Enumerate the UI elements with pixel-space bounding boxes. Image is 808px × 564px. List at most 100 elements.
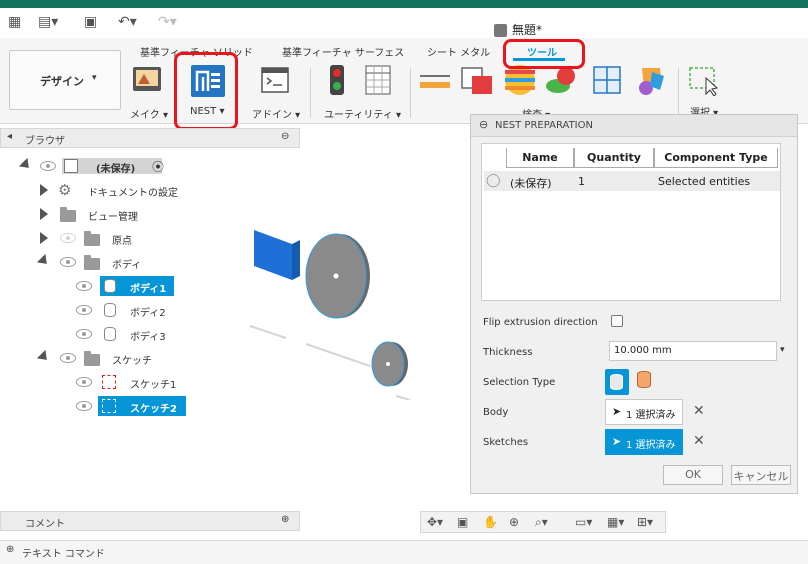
- clear-body-icon[interactable]: ✕: [693, 403, 705, 419]
- grid-settings-icon[interactable]: ▦▾: [607, 515, 624, 529]
- visibility-eye-icon[interactable]: [60, 353, 76, 363]
- browser-item-label: スケッチ2: [130, 404, 177, 415]
- file-icon[interactable]: ▤▾: [38, 14, 58, 30]
- expand-triangle-icon[interactable]: [40, 184, 48, 196]
- tab-surface[interactable]: 基準フィーチャ サーフェス: [282, 44, 404, 59]
- browser-item-label: ボディ1: [130, 284, 167, 295]
- ribbon-divider: [410, 68, 411, 118]
- hidden-eye-icon[interactable]: [60, 233, 76, 243]
- addins-label: アドイン ▾: [252, 110, 301, 121]
- browser-item-body1[interactable]: ボディ1: [72, 276, 192, 296]
- visibility-eye-icon[interactable]: [40, 161, 56, 171]
- quick-access-toolbar: ▦ ▤▾ ▣ ↶▾ ↷▾ 無題*: [0, 8, 808, 38]
- text-command-label: テキスト コマンド: [22, 549, 105, 560]
- visibility-eye-icon[interactable]: [60, 257, 76, 267]
- undo-icon[interactable]: ↶▾: [118, 14, 137, 30]
- display-settings-icon[interactable]: ▭▾: [575, 515, 592, 529]
- collapse-icon[interactable]: ⊖: [479, 118, 488, 131]
- browser-root[interactable]: (未保存) ⦿: [16, 156, 176, 176]
- thickness-input[interactable]: 10.000 mm: [609, 341, 777, 361]
- apps-grid-icon[interactable]: ▦: [8, 14, 21, 30]
- component-icon: [64, 159, 78, 173]
- body-selection-button[interactable]: [605, 369, 629, 395]
- add-comment-icon[interactable]: ⊕: [281, 514, 289, 525]
- collapse-triangle-icon[interactable]: [18, 157, 34, 173]
- orbit-icon[interactable]: ✥▾: [427, 515, 443, 529]
- browser-item-body2[interactable]: ボディ2: [72, 300, 192, 320]
- sketches-selection-field[interactable]: ➤ 1 選択済み: [605, 429, 683, 455]
- check-circle-icon[interactable]: ◯: [486, 173, 501, 188]
- ribbon-divider: [678, 68, 679, 118]
- collapse-icon[interactable]: ⊖: [281, 131, 289, 142]
- viewports-icon[interactable]: ⊞▾: [637, 515, 653, 529]
- dialog-header[interactable]: ⊖ NEST PREPARATION: [471, 115, 797, 137]
- pan-icon[interactable]: ✋: [483, 515, 498, 529]
- redo-icon[interactable]: ↷▾: [158, 14, 177, 30]
- clear-sketches-icon[interactable]: ✕: [693, 433, 705, 449]
- expand-triangle-icon[interactable]: [40, 208, 48, 220]
- browser-item-bodies[interactable]: ボディ: [36, 252, 236, 272]
- display-tool[interactable]: [632, 64, 668, 96]
- document-title: 無題*: [512, 23, 543, 37]
- activate-radio-icon[interactable]: ⦿: [152, 158, 164, 175]
- make-tool[interactable]: [130, 64, 166, 96]
- browser-header[interactable]: ◂ ブラウザ ⊖: [0, 128, 300, 148]
- browser-item-view-manager[interactable]: ビュー管理: [36, 204, 236, 224]
- comments-label: コメント: [25, 519, 65, 530]
- body-selection-field[interactable]: ➤ 1 選択済み: [605, 399, 683, 425]
- chevron-left-icon[interactable]: ◂: [7, 131, 12, 142]
- ok-button[interactable]: OK: [663, 465, 723, 485]
- flip-checkbox[interactable]: [611, 315, 623, 327]
- folder-icon: [60, 207, 76, 222]
- section-tool[interactable]: [590, 64, 626, 96]
- expand-icon[interactable]: ⊕: [6, 544, 14, 555]
- column-header-component-type[interactable]: Component Type: [654, 148, 778, 168]
- browser-item-origin[interactable]: 原点: [36, 228, 236, 248]
- addins-icon: [261, 67, 289, 93]
- component-selection-icon[interactable]: [637, 371, 651, 388]
- zoom-window-icon[interactable]: ⌕▾: [535, 515, 548, 530]
- visibility-eye-icon[interactable]: [76, 305, 92, 315]
- save-icon[interactable]: ▣: [84, 14, 97, 30]
- highlight-nest: [174, 52, 238, 130]
- make-icon: [133, 67, 161, 91]
- browser-item-body3[interactable]: ボディ3: [72, 324, 192, 344]
- text-command-bar[interactable]: ⊕ テキスト コマンド: [0, 540, 808, 564]
- expand-triangle-icon[interactable]: [40, 232, 48, 244]
- table-cell-name: (未保存): [510, 177, 552, 190]
- select-tool[interactable]: [686, 64, 722, 97]
- table-tool[interactable]: [360, 64, 396, 96]
- browser-item-document-settings[interactable]: ⚙ ドキュメントの設定: [36, 180, 236, 200]
- cancel-button[interactable]: キャンセル: [731, 465, 791, 485]
- component-table: Name Quantity Component Type ◯ (未保存) 1 S…: [481, 143, 781, 301]
- section-icon: [593, 66, 621, 94]
- comments-bar[interactable]: コメント ⊕: [0, 511, 300, 531]
- visibility-eye-icon[interactable]: [76, 377, 92, 387]
- column-header-quantity[interactable]: Quantity: [574, 148, 654, 168]
- select-box-icon: [689, 67, 719, 97]
- visibility-eye-icon[interactable]: [76, 329, 92, 339]
- browser-item-sketch2[interactable]: スケッチ2: [72, 396, 192, 416]
- browser-item-sketches[interactable]: スケッチ: [36, 348, 236, 368]
- visibility-eye-icon[interactable]: [76, 401, 92, 411]
- interference-tool[interactable]: [460, 64, 496, 96]
- look-at-icon[interactable]: ▣: [457, 515, 468, 529]
- chevron-down-icon[interactable]: ▾: [780, 345, 785, 355]
- sketch-icon: [102, 375, 116, 389]
- workspace-switcher[interactable]: デザイン ▾: [9, 50, 121, 110]
- measure-tool[interactable]: [418, 64, 454, 96]
- collapse-triangle-icon[interactable]: [36, 349, 52, 365]
- collapse-triangle-icon[interactable]: [36, 253, 52, 269]
- table-icon: [365, 65, 391, 95]
- viewport-canvas[interactable]: [240, 220, 470, 400]
- zoom-icon[interactable]: ⊕: [509, 515, 519, 529]
- visibility-eye-icon[interactable]: [76, 281, 92, 291]
- addins-tool[interactable]: [258, 64, 294, 96]
- column-header-name[interactable]: Name: [506, 148, 574, 168]
- browser-item-label: ビュー管理: [88, 212, 138, 223]
- table-cell-quantity: 1: [578, 175, 585, 188]
- body-icon: [104, 303, 116, 317]
- tab-sheet-metal[interactable]: シート メタル: [427, 44, 490, 59]
- traffic-light-tool[interactable]: [320, 64, 356, 96]
- browser-item-sketch1[interactable]: スケッチ1: [72, 372, 192, 392]
